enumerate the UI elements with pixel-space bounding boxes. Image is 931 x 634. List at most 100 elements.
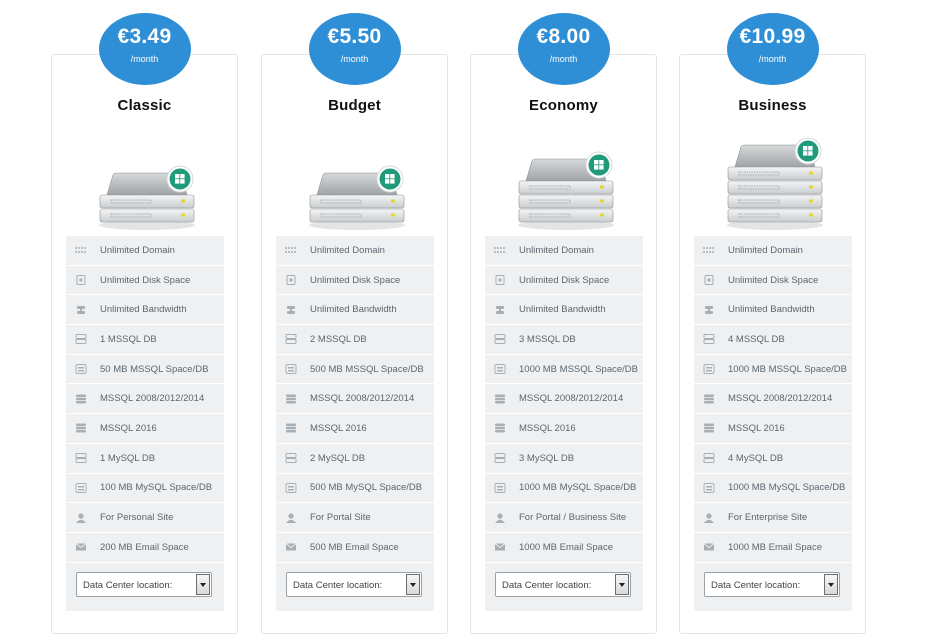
database-space-icon [703,482,715,493]
user-icon [285,512,297,523]
feature-label: MSSQL 2016 [310,422,367,434]
feature-item: 200 MB Email Space [66,533,224,563]
feature-item: For Enterprise Site [694,503,852,533]
feature-item: 4 MSSQL DB [694,325,852,355]
feature-item: 3 MSSQL DB [485,325,643,355]
feature-label: 3 MSSQL DB [519,333,576,345]
feature-item: MSSQL 2016 [66,414,224,444]
feature-item: 1000 MB MySQL Space/DB [694,474,852,504]
database-version-icon [75,423,87,433]
feature-label: Unlimited Bandwidth [728,304,815,316]
feature-label: 1000 MB MSSQL Space/DB [728,363,847,375]
price-period: /month [340,54,369,64]
feature-label: Unlimited Domain [100,244,175,256]
database-space-icon [285,482,297,493]
mail-icon [75,542,87,552]
feature-item: 4 MySQL DB [694,444,852,474]
price-period: /month [130,54,159,64]
price-amount: €8.00 [536,25,591,48]
feature-item: 3 MySQL DB [485,444,643,474]
grid-icon [494,245,506,255]
server-icon [725,133,825,231]
feature-label: 2 MySQL DB [310,452,366,464]
feature-label: 1000 MB Email Space [519,541,613,553]
mail-icon [285,542,297,552]
price-amount: €10.99 [739,25,806,48]
feature-item: 2 MSSQL DB [276,325,434,355]
database-version-icon [75,394,87,404]
price-badge: €8.00 /month [517,13,610,85]
bandwidth-icon [75,305,87,315]
data-center-row: Data Center location: [694,563,852,611]
feature-label: Unlimited Domain [310,244,385,256]
plan-card-classic: €3.49 /month Classic Unlimited Domain Unl… [51,13,238,634]
feature-label: 500 MB MSSQL Space/DB [310,363,424,375]
feature-label: 200 MB Email Space [100,541,189,553]
server-illustration [727,137,823,230]
feature-item: 1000 MB Email Space [485,533,643,563]
feature-item: Unlimited Bandwidth [694,295,852,326]
database-icon [75,334,87,345]
database-space-icon [75,482,87,493]
database-space-icon [285,364,297,375]
feature-item: MSSQL 2008/2012/2014 [694,384,852,415]
data-center-select[interactable]: Data Center location: [76,571,212,597]
disk-icon [494,275,506,286]
feature-label: 3 MySQL DB [519,452,575,464]
user-icon [75,512,87,523]
price-badge: €5.50 /month [308,13,401,85]
disk-icon [285,275,297,286]
feature-label: For Personal Site [100,512,174,524]
chevron-down-icon[interactable] [615,573,629,595]
feature-item: Unlimited Bandwidth [276,295,434,326]
feature-item: Unlimited Domain [694,236,852,266]
feature-label: 1000 MB MySQL Space/DB [728,482,846,494]
feature-label: MSSQL 2016 [519,422,576,434]
data-center-select[interactable]: Data Center location: [286,571,422,597]
feature-label: Unlimited Disk Space [728,274,819,286]
data-center-select-value: Data Center location: [293,579,383,591]
feature-item: Unlimited Disk Space [485,266,643,296]
user-icon [703,512,715,523]
grid-icon [75,245,87,255]
feature-list: Unlimited Domain Unlimited Disk Space Unli… [66,236,224,611]
bandwidth-icon [703,305,715,315]
chevron-down-icon[interactable] [196,573,210,595]
database-version-icon [703,394,715,404]
price-badge: €3.49 /month [98,13,191,85]
data-center-select-value: Data Center location: [502,579,592,591]
feature-label: 1000 MB MSSQL Space/DB [519,363,638,375]
feature-item: 1 MySQL DB [66,444,224,474]
price-period: /month [549,54,578,64]
feature-label: For Enterprise Site [728,512,808,524]
data-center-select-value: Data Center location: [711,579,801,591]
price-badge: €10.99 /month [726,13,819,85]
chevron-down-icon[interactable] [406,573,420,595]
data-center-select[interactable]: Data Center location: [704,571,840,597]
feature-label: Unlimited Disk Space [100,274,191,286]
feature-list: Unlimited Domain Unlimited Disk Space Unli… [276,236,434,611]
disk-icon [75,275,87,286]
feature-item: For Personal Site [66,503,224,533]
database-space-icon [703,364,715,375]
database-space-icon [494,364,506,375]
server-icon [307,133,407,231]
feature-item: 50 MB MSSQL Space/DB [66,355,224,385]
price-amount: €5.50 [327,25,382,48]
data-center-select[interactable]: Data Center location: [495,571,631,597]
feature-label: 4 MySQL DB [728,452,784,464]
plan-name: Budget [328,97,381,114]
feature-list: Unlimited Domain Unlimited Disk Space Unli… [694,236,852,611]
plan-card-budget: €5.50 /month Budget Unlimited Domain Unli… [261,13,448,634]
database-icon [494,334,506,345]
server-icon [97,133,197,231]
feature-item: 100 MB MySQL Space/DB [66,474,224,504]
feature-item: 1000 MB MSSQL Space/DB [694,355,852,385]
feature-label: For Portal / Business Site [519,512,627,524]
feature-label: MSSQL 2016 [100,422,157,434]
database-space-icon [494,482,506,493]
feature-item: 500 MB Email Space [276,533,434,563]
database-icon [494,453,506,464]
feature-item: Unlimited Domain [66,236,224,266]
chevron-down-icon[interactable] [824,573,838,595]
